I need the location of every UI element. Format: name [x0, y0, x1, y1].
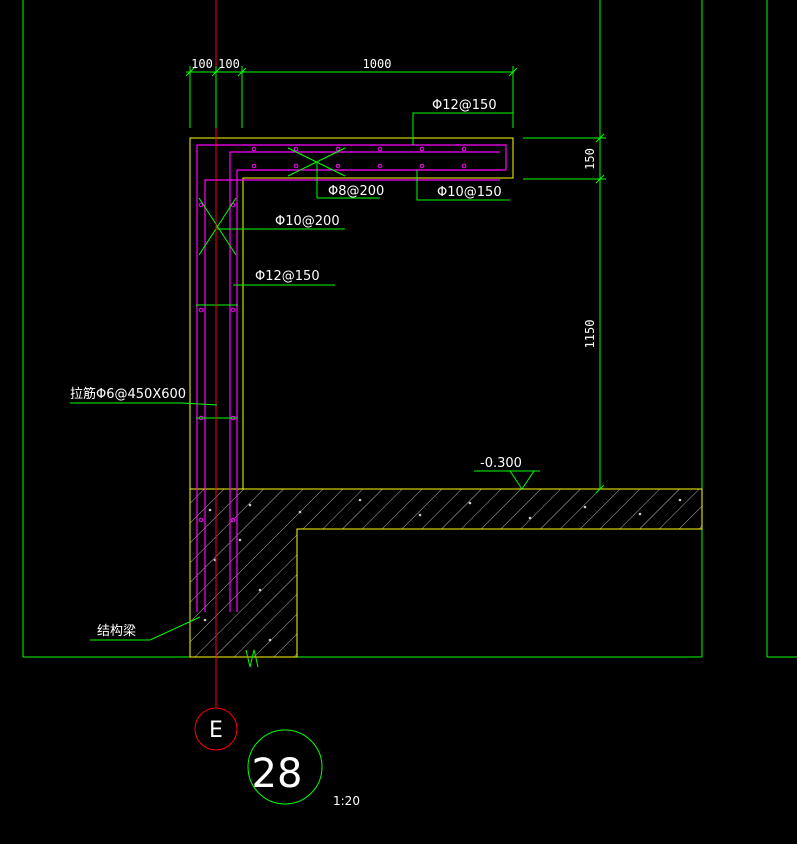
label-rebar-wall-2: Φ12@150 [255, 269, 320, 284]
label-level: -0.300 [480, 456, 522, 471]
label-struct-beam: 结构梁 [97, 624, 136, 639]
label-rebar-bottom: Φ10@150 [437, 185, 502, 200]
dim-top-left: 100 [191, 57, 213, 71]
structural-beam [189, 488, 703, 658]
label-rebar-tie: Φ8@200 [328, 184, 384, 199]
top-dimension [185, 66, 518, 128]
right-dimension [523, 133, 606, 494]
label-tie-note: 拉筋Φ6@450X600 [70, 386, 186, 402]
dim-right-top: 150 [583, 148, 597, 170]
axis-label: E [209, 718, 223, 743]
detail-number: 28 [252, 751, 303, 797]
detail-scale: 1:20 [333, 794, 360, 808]
dim-top-mid: 100 [218, 57, 240, 71]
rebar-dots [198, 146, 467, 523]
frame-lines [22, 0, 797, 658]
cad-drawing-canvas: E 100 100 1000 150 1150 Φ12@150 Φ8@200 Φ… [22, 0, 797, 808]
label-rebar-top: Φ12@150 [432, 98, 497, 113]
dim-right-main: 1150 [583, 320, 597, 349]
label-rebar-wall-1: Φ10@200 [275, 214, 340, 229]
dim-top-right: 1000 [363, 57, 392, 71]
